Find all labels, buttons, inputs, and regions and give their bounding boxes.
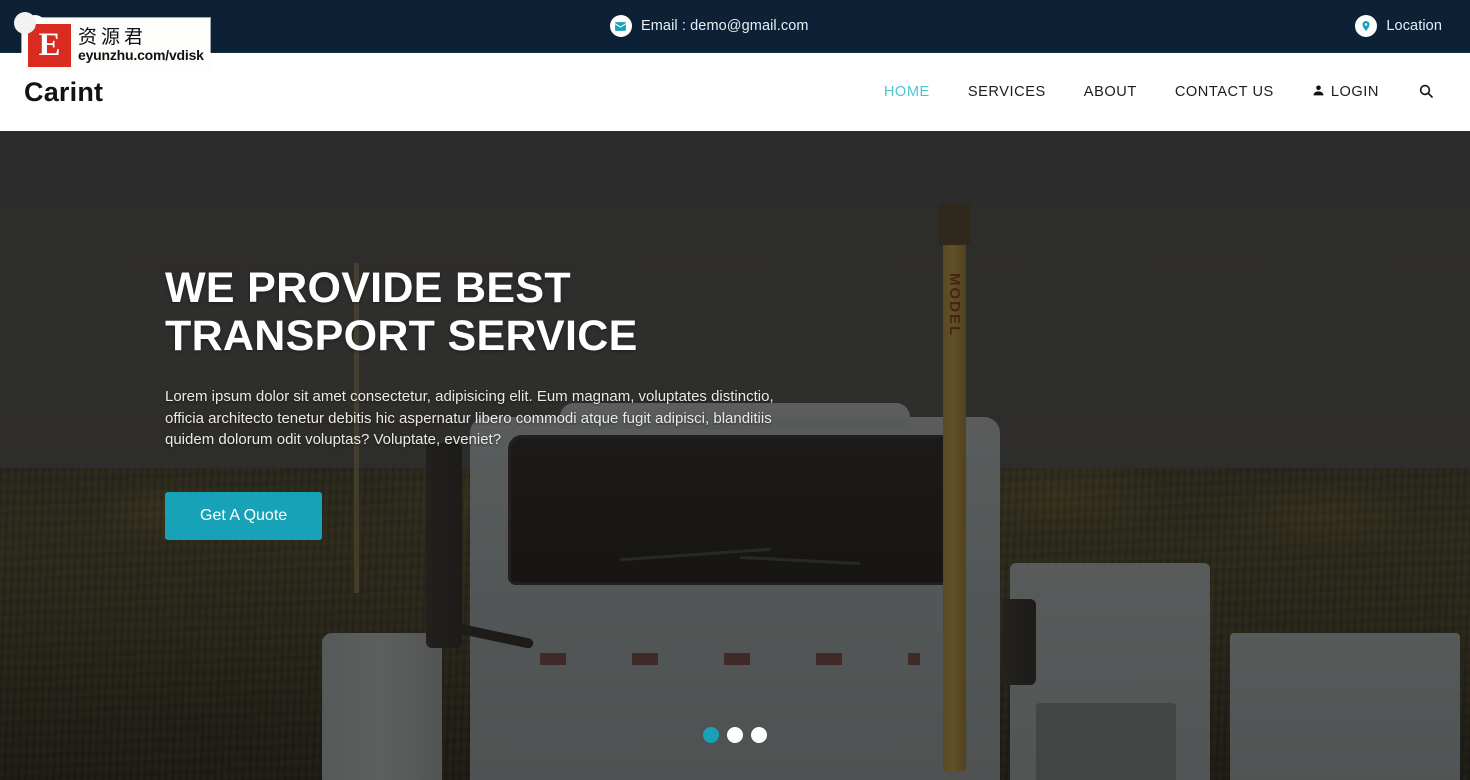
topbar-location[interactable]: Location	[1355, 15, 1442, 37]
get-a-quote-button[interactable]: Get A Quote	[165, 492, 323, 541]
carousel-dot-2[interactable]	[727, 727, 743, 743]
carousel-dot-1[interactable]	[703, 727, 719, 743]
nav-item-about-label: ABOUT	[1083, 84, 1137, 100]
brand-logo[interactable]: Carint	[24, 78, 103, 106]
hero-carousel: MODEL WE PROVIDE BEST TRANSPORT SERVICE …	[0, 131, 1470, 780]
watermark-logo: E	[28, 23, 71, 67]
watermark-url: eyunzhu.com/vdisk	[78, 46, 204, 63]
watermark-chinese-text: 资源君	[78, 25, 148, 48]
nav-item-login-label: LOGIN	[1330, 84, 1379, 100]
main-navbar: Carint HOME SERVICES ABOUT CONTACT US LO…	[0, 53, 1470, 131]
watermark-corner-dot	[14, 12, 36, 34]
carousel-indicators	[0, 727, 1470, 743]
topbar-email-text: Email : demo@gmail.com	[640, 18, 809, 34]
nav-item-contact-us[interactable]: CONTACT US	[1156, 74, 1293, 110]
hero-content: WE PROVIDE BEST TRANSPORT SERVICE Lorem …	[165, 264, 865, 541]
topbar-location-text: Location	[1386, 18, 1442, 34]
nav-item-contact-us-label: CONTACT US	[1174, 84, 1274, 100]
hero-title-line1: WE PROVIDE BEST	[165, 264, 571, 312]
watermark-overlay: E 资源君 eyunzhu.com/vdisk	[14, 12, 210, 72]
nav-item-services-label: SERVICES	[967, 84, 1046, 100]
carousel-dot-3[interactable]	[751, 727, 767, 743]
nav-item-about[interactable]: ABOUT	[1065, 74, 1156, 110]
search-icon	[1418, 83, 1434, 102]
envelope-icon	[609, 15, 632, 37]
hero-description: Lorem ipsum dolor sit amet consectetur, …	[165, 388, 774, 448]
hero-title-line2: TRANSPORT SERVICE	[165, 312, 638, 361]
user-icon	[1312, 84, 1325, 101]
nav-item-home[interactable]: HOME	[865, 74, 949, 110]
nav-item-home-label: HOME	[883, 84, 930, 100]
nav-menu: HOME SERVICES ABOUT CONTACT US LOGIN	[865, 73, 1440, 112]
search-button[interactable]	[1398, 73, 1440, 112]
hero-title: WE PROVIDE BEST TRANSPORT SERVICE	[165, 264, 865, 360]
watermark-text: 资源君 eyunzhu.com/vdisk	[78, 25, 204, 64]
nav-item-services[interactable]: SERVICES	[949, 74, 1065, 110]
watermark-logo-letter: E	[38, 26, 61, 63]
map-pin-icon	[1355, 15, 1378, 37]
top-contact-bar: 0 Email : demo@gmail.com Location	[0, 0, 1470, 53]
topbar-email[interactable]: Email : demo@gmail.com	[63, 15, 1355, 37]
nav-item-login[interactable]: LOGIN	[1293, 74, 1398, 111]
